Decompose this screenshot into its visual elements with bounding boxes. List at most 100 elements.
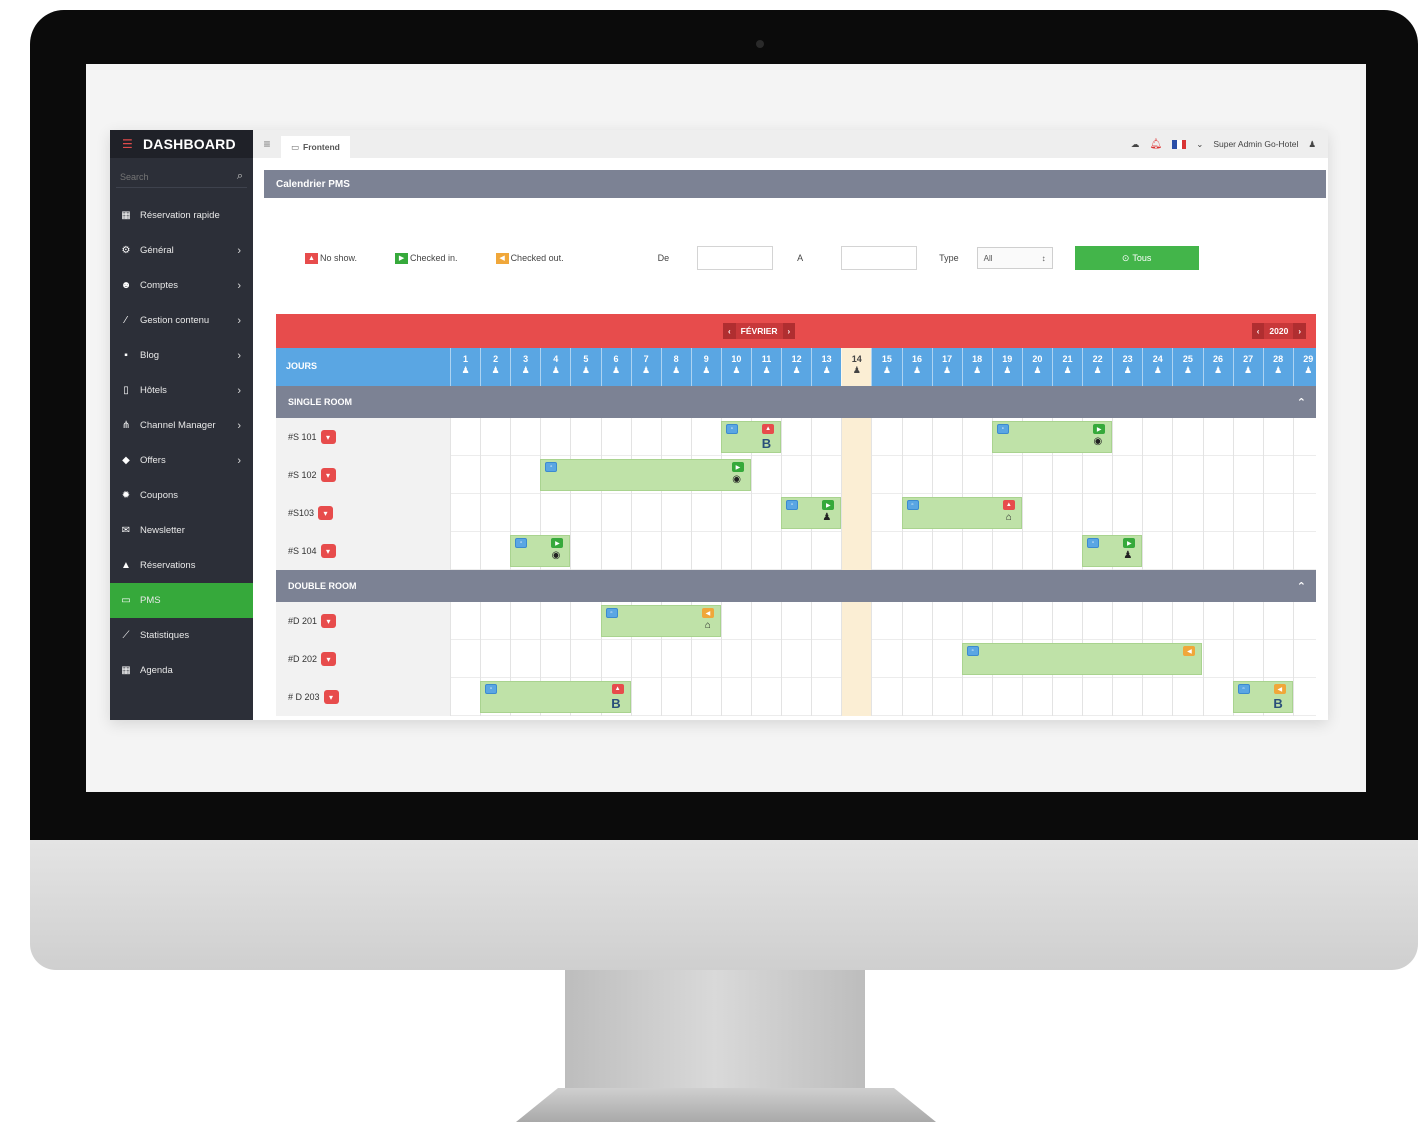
room-menu-icon[interactable]: ▾ (321, 614, 337, 628)
calendar-cell[interactable] (1262, 418, 1293, 456)
calendar-cell[interactable] (991, 678, 1022, 716)
calendar-cell[interactable] (841, 418, 872, 456)
calendar-cell[interactable] (811, 456, 841, 494)
sidebar-item-r-servation-rapide[interactable]: ▦ Réservation rapide (110, 198, 253, 233)
booking-bar[interactable]: ▫ ▶ ♟ (781, 497, 842, 529)
room-menu-icon[interactable]: ▾ (320, 544, 336, 558)
calendar-cell[interactable] (480, 640, 510, 678)
calendar-cell[interactable] (720, 494, 751, 532)
calendar-cell[interactable] (1172, 678, 1202, 716)
calendar-cell[interactable] (841, 532, 872, 570)
day-header[interactable]: 8 ♟ (660, 348, 691, 386)
calendar-cell[interactable] (1172, 456, 1202, 494)
calendar-cell[interactable] (510, 640, 540, 678)
calendar-cell[interactable] (1142, 456, 1172, 494)
day-header[interactable]: 20 ♟ (1021, 348, 1052, 386)
room-category-header[interactable]: SINGLE ROOM ⌃ (276, 386, 1316, 418)
calendar-cell[interactable] (510, 418, 540, 456)
calendar-cell[interactable] (1292, 602, 1323, 640)
calendar-cell[interactable] (690, 640, 721, 678)
notification-bell-icon[interactable]: 🔔︎ (1150, 139, 1163, 150)
calendar-cell[interactable] (781, 678, 811, 716)
calendar-cell[interactable] (570, 494, 600, 532)
calendar-cell[interactable] (480, 456, 510, 494)
calendar-cell[interactable] (570, 532, 600, 570)
chat-icon[interactable]: ☁ (1131, 139, 1140, 150)
calendar-cell[interactable] (480, 494, 510, 532)
calendar-cell[interactable] (720, 640, 751, 678)
search-input[interactable] (120, 171, 210, 182)
calendar-cell[interactable] (690, 678, 721, 716)
calendar-cell[interactable] (811, 640, 841, 678)
calendar-cell[interactable] (450, 418, 480, 456)
calendar-cell[interactable] (1142, 418, 1172, 456)
sidebar-item-gestion-contenu[interactable]: ⁄ Gestion contenu › (110, 303, 253, 338)
calendar-cell[interactable] (931, 602, 962, 640)
search-icon[interactable]: ⌕ (237, 170, 243, 183)
calendar-cell[interactable] (1112, 494, 1142, 532)
prev-year-icon[interactable]: ‹ (1251, 323, 1265, 339)
room-menu-icon[interactable]: ▾ (318, 506, 334, 520)
calendar-cell[interactable] (450, 640, 480, 678)
booking-bar[interactable]: ▫ ▲ B (480, 681, 631, 713)
calendar-cell[interactable] (600, 418, 631, 456)
calendar-cell[interactable] (1052, 678, 1082, 716)
calendar-cell[interactable] (450, 532, 480, 570)
calendar-cell[interactable] (1142, 678, 1172, 716)
calendar-cell[interactable] (871, 494, 901, 532)
sidebar-item-r-servations[interactable]: ▲ Réservations (110, 548, 253, 583)
calendar-cell[interactable] (1202, 602, 1233, 640)
calendar-cell[interactable] (1292, 532, 1323, 570)
calendar-cell[interactable] (630, 494, 661, 532)
calendar-cell[interactable] (600, 494, 631, 532)
day-header[interactable]: 19 ♟ (991, 348, 1022, 386)
calendar-cell[interactable] (751, 640, 781, 678)
calendar-cell[interactable] (480, 532, 510, 570)
brand[interactable]: ☰ DASHBOARD (110, 130, 253, 158)
sidebar-item-h-tels[interactable]: ▯ Hôtels › (110, 373, 253, 408)
calendar-cell[interactable] (1232, 456, 1263, 494)
day-header[interactable]: 5 ♟ (570, 348, 600, 386)
day-header[interactable]: 12 ♟ (781, 348, 811, 386)
calendar-cell[interactable] (1232, 494, 1263, 532)
french-flag-icon[interactable] (1172, 139, 1187, 149)
day-header[interactable]: 11 ♟ (751, 348, 781, 386)
calendar-cell[interactable] (781, 602, 811, 640)
chevron-down-icon[interactable]: ⌄ (1196, 139, 1203, 150)
calendar-cell[interactable] (1262, 640, 1293, 678)
booking-bar[interactable]: ▫ ▲ B (720, 421, 782, 453)
day-header[interactable]: 27 ♟ (1232, 348, 1263, 386)
room-menu-icon[interactable]: ▾ (321, 652, 337, 666)
prev-month-icon[interactable]: ‹ (723, 323, 736, 339)
calendar-cell[interactable] (1082, 494, 1112, 532)
calendar-cell[interactable] (961, 532, 992, 570)
calendar-cell[interactable] (630, 418, 661, 456)
calendar-cell[interactable] (1142, 494, 1172, 532)
calendar-cell[interactable] (1172, 532, 1202, 570)
calendar-cell[interactable] (1052, 602, 1082, 640)
tab-frontend[interactable]: ▭ Frontend (281, 136, 350, 158)
day-header[interactable]: 29 ♟ (1292, 348, 1323, 386)
calendar-cell[interactable] (781, 532, 811, 570)
day-header[interactable]: 15 ♟ (871, 348, 901, 386)
calendar-cell[interactable] (540, 602, 570, 640)
calendar-cell[interactable] (1112, 602, 1142, 640)
calendar-cell[interactable] (1142, 602, 1172, 640)
calendar-cell[interactable] (871, 640, 901, 678)
day-header[interactable]: 21 ♟ (1052, 348, 1082, 386)
calendar-cell[interactable] (690, 532, 721, 570)
calendar-cell[interactable] (901, 532, 932, 570)
to-date-input[interactable] (841, 246, 918, 270)
calendar-cell[interactable] (1082, 678, 1112, 716)
calendar-cell[interactable] (600, 640, 631, 678)
calendar-cell[interactable] (931, 532, 962, 570)
calendar-cell[interactable] (540, 640, 570, 678)
calendar-cell[interactable] (1202, 456, 1233, 494)
calendar-cell[interactable] (480, 602, 510, 640)
calendar-cell[interactable] (811, 678, 841, 716)
sidebar-item-pms[interactable]: ▭ PMS (110, 583, 253, 618)
calendar-cell[interactable] (871, 602, 901, 640)
day-header[interactable]: 18 ♟ (961, 348, 992, 386)
calendar-cell[interactable] (841, 456, 872, 494)
calendar-cell[interactable] (841, 640, 872, 678)
